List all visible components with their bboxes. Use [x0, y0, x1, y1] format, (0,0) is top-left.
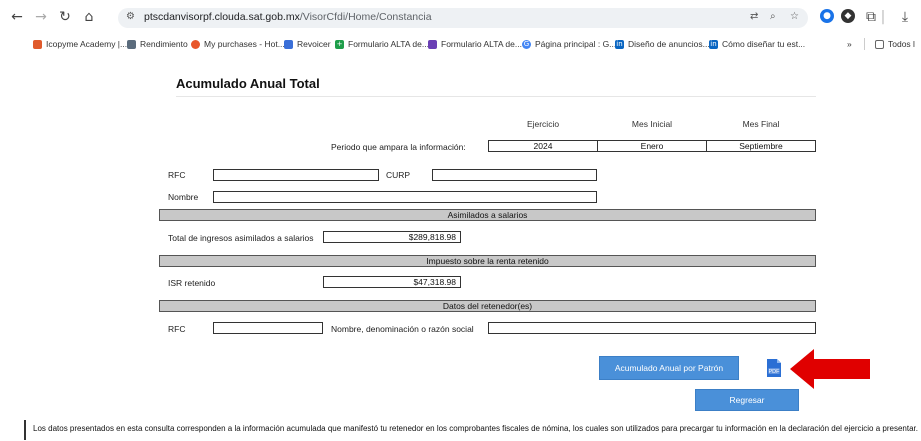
menu-icon	[284, 39, 293, 49]
isr-field: $47,318.98	[323, 276, 461, 288]
bookmark-item[interactable]: in Diseño de anuncios...	[615, 39, 710, 49]
bookmarks-bar: Icopyme Academy |... Rendimiento My purc…	[0, 36, 921, 54]
retenedor-rfc-field	[213, 322, 323, 334]
rfc-label: RFC	[168, 170, 186, 180]
url-text: ptscdanvisorpf.clouda.sat.gob.mx/VisorCf…	[144, 11, 432, 23]
column-mes-final: Mes Final	[742, 119, 780, 129]
reload-icon[interactable]: ↻	[56, 8, 74, 26]
google-icon: G	[522, 39, 531, 49]
nombre-label: Nombre	[168, 192, 199, 202]
bookmark-item[interactable]: in Cómo diseñar tu est...	[709, 39, 805, 49]
retenedor-rfc-label: RFC	[168, 324, 186, 334]
footer-disclaimer: Los datos presentados en esta consulta c…	[33, 424, 918, 433]
browser-toolbar: ← → ↻ ⌂ ⚙ ptscdanvisorpf.clouda.sat.gob.…	[0, 0, 921, 34]
bookmark-item[interactable]: Todos l	[875, 39, 915, 49]
rfc-field	[213, 169, 379, 181]
isr-label: ISR retenido	[168, 278, 216, 288]
translate-icon[interactable]: ⇄	[750, 11, 758, 22]
mes-inicial-field: Enero	[597, 140, 707, 152]
regresar-button[interactable]: Regresar	[695, 389, 799, 411]
extension-blue-icon[interactable]: ●	[820, 9, 834, 23]
browser-chrome: ← → ↻ ⌂ ⚙ ptscdanvisorpf.clouda.sat.gob.…	[0, 0, 921, 56]
linkedin-icon: in	[709, 39, 718, 49]
retenedor-nombre-label: Nombre, denominación o razón social	[331, 324, 474, 334]
bookmarks-divider	[864, 38, 865, 50]
title-divider	[176, 96, 816, 97]
nombre-field	[213, 191, 597, 203]
gear-icon	[127, 39, 136, 49]
bookmark-star-icon[interactable]: ☆	[790, 11, 799, 22]
forward-icon[interactable]: →	[32, 8, 50, 26]
extensions-puzzle-icon[interactable]: ⧉	[862, 8, 880, 26]
bookmark-item[interactable]: + Formulario ALTA de...	[335, 39, 429, 49]
section-impuesto: Impuesto sobre la renta retenido	[159, 255, 816, 267]
red-arrow-icon	[790, 349, 870, 389]
page-title: Acumulado Anual Total	[176, 76, 320, 91]
footer-divider	[24, 420, 26, 440]
extension-dark-icon[interactable]: ◆	[841, 9, 855, 23]
download-icon[interactable]: ⤓	[896, 8, 914, 26]
pdf-download-icon[interactable]: PDF	[764, 358, 784, 378]
section-asimilados: Asimilados a salarios	[159, 209, 816, 221]
section-retenedor: Datos del retenedor(es)	[159, 300, 816, 312]
linkedin-icon: in	[615, 39, 624, 49]
bookmark-item[interactable]: Icopyme Academy |...	[33, 39, 127, 49]
total-ingresos-label: Total de ingresos asimilados a salarios	[168, 233, 314, 243]
mes-final-field: Septiembre	[706, 140, 816, 152]
plus-icon: +	[335, 39, 344, 49]
pdf-icon-label: PDF	[769, 369, 781, 375]
bookmark-item[interactable]: Formulario ALTA de...	[428, 39, 522, 49]
curp-label: CURP	[386, 170, 411, 180]
total-ingresos-field: $289,818.98	[323, 231, 461, 243]
column-ejercicio: Ejercicio	[526, 119, 560, 129]
academy-icon	[33, 39, 42, 49]
back-icon[interactable]: ←	[8, 8, 26, 26]
ejercicio-field: 2024	[488, 140, 598, 152]
flame-icon	[191, 39, 200, 49]
form-icon	[428, 39, 437, 49]
address-bar[interactable]: ⚙ ptscdanvisorpf.clouda.sat.gob.mx/Visor…	[118, 8, 808, 28]
bookmark-item[interactable]: Revoicer	[284, 39, 331, 49]
zoom-icon[interactable]: ⌕	[770, 11, 776, 22]
column-mes-inicial: Mes Inicial	[631, 119, 673, 129]
retenedor-nombre-field	[488, 322, 816, 334]
acumulado-patron-button[interactable]: Acumulado Anual por Patrón	[599, 356, 739, 380]
folder-icon	[875, 39, 884, 49]
bookmark-item[interactable]: My purchases - Hot...	[191, 39, 285, 49]
curp-field	[432, 169, 597, 181]
site-settings-icon[interactable]: ⚙	[126, 11, 135, 22]
period-label: Periodo que ampara la información:	[331, 142, 466, 152]
bookmark-item[interactable]: Rendimiento	[127, 39, 188, 49]
more-bookmarks-icon[interactable]: »	[847, 39, 852, 49]
toolbar-divider: |	[880, 9, 886, 25]
bookmark-item[interactable]: G Página principal : G...	[522, 39, 616, 49]
home-icon[interactable]: ⌂	[80, 8, 98, 26]
